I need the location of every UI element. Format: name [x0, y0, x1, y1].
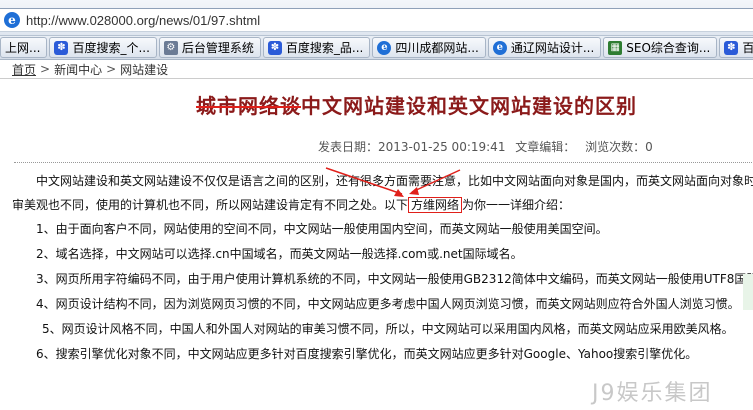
title-main-text: 中文网站建设和英文网站建设的区别: [301, 94, 637, 118]
breadcrumb-separator: >: [40, 62, 51, 76]
list-item: 1、由于面向客户不同，网站使用的空间不同，中文网站一般使用国内空间，而英文网站一…: [36, 222, 608, 236]
watermark-text: J9娱乐集团: [592, 381, 713, 406]
page-edge-strip: [743, 274, 753, 310]
meta-divider: [14, 162, 753, 163]
list-item: 3、网页所用字符编码不同，由于用户使用计算机系统的不同，中文网站一般使用GB23…: [36, 272, 753, 286]
view-count: 浏览次数：0: [585, 140, 653, 154]
title-struck-text: 城市网络谈: [196, 94, 301, 118]
tab-bar: 上网... ✽ 百度搜索_个... ⚙ 后台管理系统 ✽ 百度搜索_品... e…: [0, 36, 753, 60]
tab-label: 百度: [742, 39, 753, 56]
paw-icon: ✽: [724, 40, 739, 55]
url-text[interactable]: http://www.028000.org/news/01/97.shtml: [26, 13, 260, 28]
intro-line-1: 中文网站建设和英文网站建设不仅仅是语言之间的区别，还有很多方面需要注意，比如中文…: [36, 174, 753, 188]
tab-1[interactable]: ✽ 百度搜索_个...: [49, 37, 157, 58]
tab-5[interactable]: e 通辽网站设计...: [487, 37, 602, 58]
breadcrumb-divider: [0, 78, 753, 79]
intro-line-2-end: 为你一一详细介绍：: [462, 198, 571, 212]
gear-icon: ⚙: [163, 40, 178, 55]
breadcrumb-home-link[interactable]: 首页: [12, 61, 36, 78]
list-item: 2、域名选择，中文网站可以选择.cn中国域名，而英文网站一般选择.com或.ne…: [36, 247, 523, 261]
tab-label: 通辽网站设计...: [510, 41, 595, 55]
seo-icon: ▦: [608, 40, 623, 55]
paw-icon: ✽: [54, 40, 69, 55]
publish-date: 发表日期：2013-01-25 00:19:41: [318, 140, 506, 154]
intro-line-2-start: 审美观也不同，使用的计算机也不同，所以网站建设肯定有不同之处。以下: [12, 198, 409, 212]
address-bar-container: e http://www.028000.org/news/01/97.shtml: [0, 0, 753, 36]
tab-3[interactable]: ✽ 百度搜索_品...: [262, 37, 371, 58]
tab-label: 百度搜索_品...: [285, 41, 364, 55]
tab-6[interactable]: ▦ SEO综合查询...: [603, 37, 718, 58]
ie-icon: e: [492, 40, 507, 55]
tab-label: 上网...: [5, 41, 41, 55]
breadcrumb-separator: >: [106, 62, 117, 76]
tab-0[interactable]: 上网...: [0, 37, 48, 58]
circled-brand-text: 方维网络: [408, 197, 463, 213]
tab-label: SEO综合查询...: [626, 41, 711, 55]
tab-4[interactable]: e 四川成都网站...: [372, 37, 486, 58]
tab-label: 后台管理系统: [181, 41, 254, 55]
list-item: 5、网页设计风格不同，中国人和外国人对网站的审美习惯不同，所以，中文网站可以采用…: [42, 322, 734, 336]
ie-browser-icon: e: [4, 12, 20, 28]
article-title: 城市网络谈中文网站建设和英文网站建设的区别: [196, 90, 637, 120]
address-bar[interactable]: e http://www.028000.org/news/01/97.shtml: [0, 8, 753, 32]
paw-icon: ✽: [267, 40, 282, 55]
breadcrumb: 首页 > 新闻中心 > 网站建设: [12, 61, 168, 77]
list-item: 6、搜索引擎优化对象不同，中文网站应更多针对百度搜索引擎优化，而英文网站应更多针…: [36, 347, 698, 361]
tab-7[interactable]: ✽ 百度: [719, 37, 753, 58]
tab-2[interactable]: ⚙ 后台管理系统: [158, 37, 261, 58]
article-editor: 文章编辑：: [515, 140, 576, 154]
breadcrumb-current-link[interactable]: 网站建设: [120, 61, 168, 78]
article-meta: 发表日期：2013-01-25 00:19:41 文章编辑： 浏览次数：0: [318, 138, 659, 154]
breadcrumb-news-link[interactable]: 新闻中心: [54, 61, 102, 78]
tab-label: 百度搜索_个...: [72, 41, 150, 55]
intro-line-2: 审美观也不同，使用的计算机也不同，所以网站建设肯定有不同之处。以下 方维网络 为你一…: [12, 196, 570, 214]
list-item: 4、网页设计结构不同，因为浏览网页习惯的不同，中文网站应更多考虑中国人网页浏览习…: [36, 297, 740, 311]
ie-icon: e: [377, 40, 392, 55]
tab-label: 四川成都网站...: [395, 41, 479, 55]
